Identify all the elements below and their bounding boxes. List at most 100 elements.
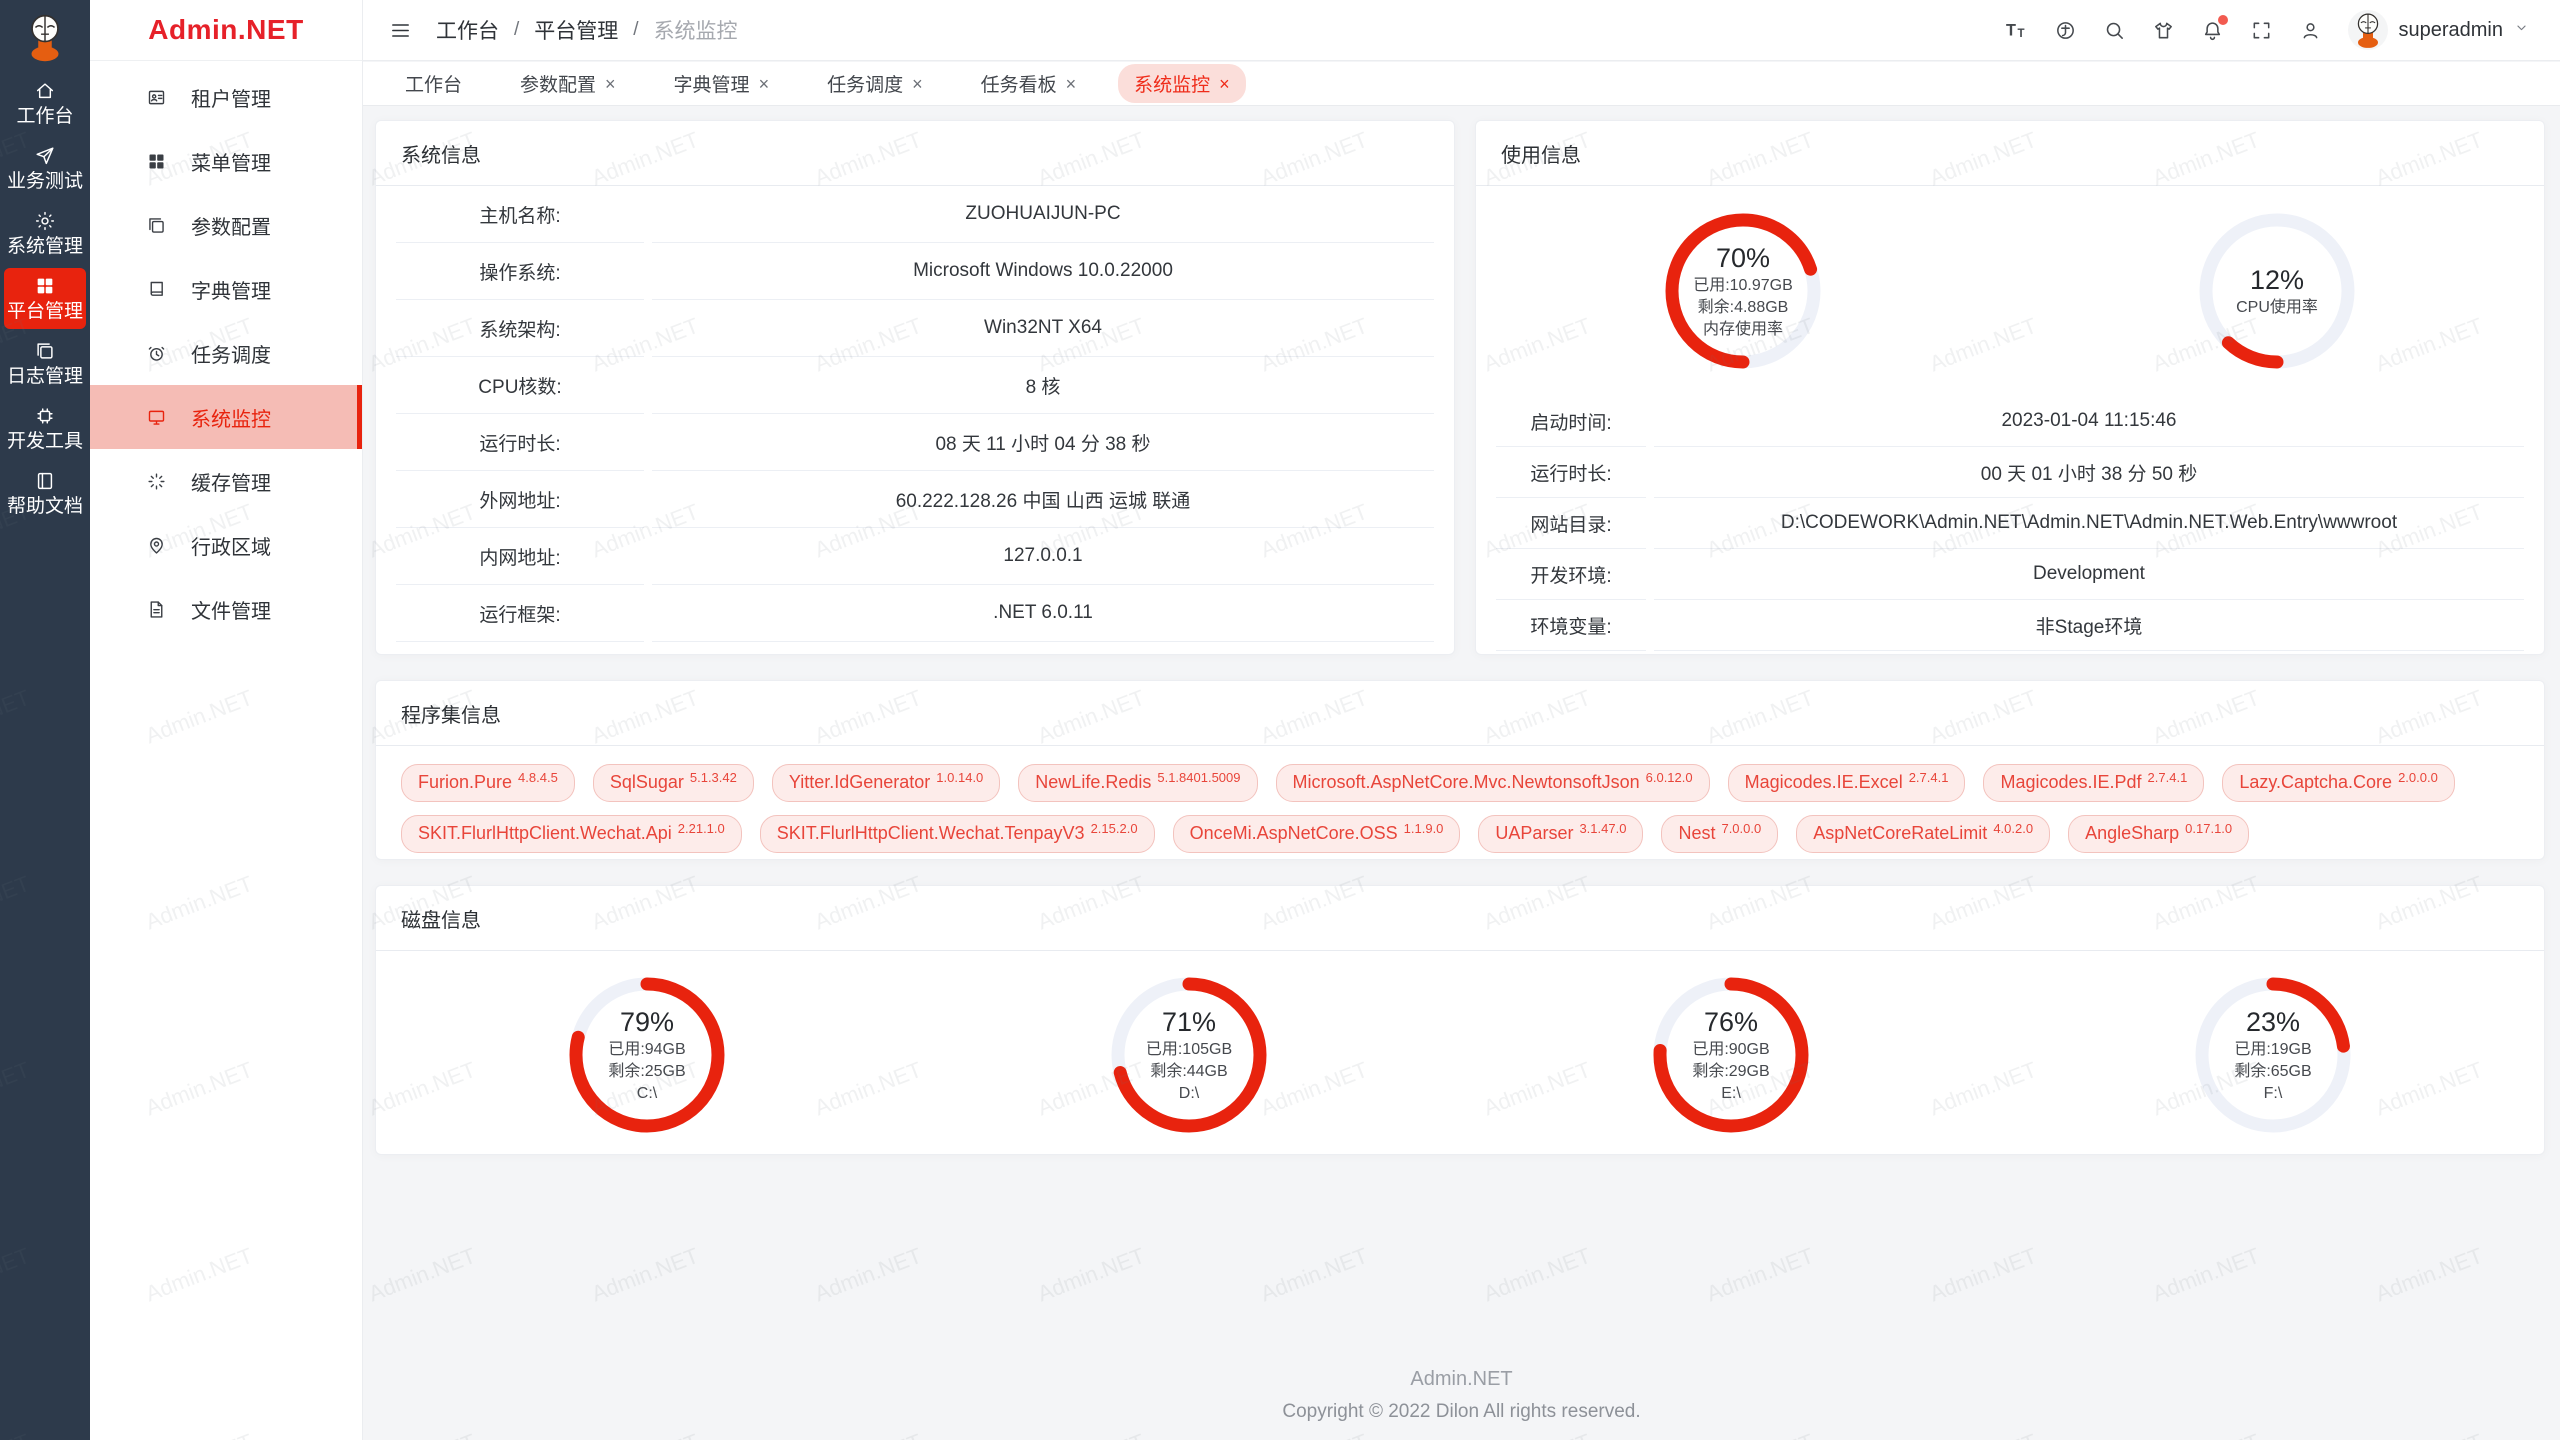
rail-item-dev-tools[interactable]: 开发工具 [4,398,86,459]
system-info-row: 运行框架:.NET 6.0.11 [396,585,1434,642]
watermark-text: Admin.NET [1480,1243,1594,1308]
card-title: 磁盘信息 [376,886,2544,951]
sidebar-item-monitor[interactable]: 系统监控 [90,385,362,449]
row-label: 运行框架: [396,585,644,642]
theme-icon [2152,19,2175,42]
gauge-line: 剩余:44GB [1150,1062,1227,1082]
tab-monitor[interactable]: 系统监控 × [1118,64,1246,103]
sidebar-item-file[interactable]: 文件管理 [90,577,362,641]
assembly-version: 7.0.0.0 [1721,821,1761,836]
grid-icon [34,275,56,297]
tab-taskboard[interactable]: 任务看板× [965,64,1093,103]
avatar [2348,10,2388,50]
sidebar-item-label: 文件管理 [191,595,271,624]
watermark-text: Admin.NET [1703,1243,1817,1308]
profile-button[interactable] [2299,19,2322,42]
assembly-name: SKIT.FlurlHttpClient.Wechat.TenpayV3 [777,823,1085,844]
assembly-name: Magicodes.IE.Pdf [2000,772,2141,793]
close-icon[interactable]: × [912,75,923,93]
disk-gauge-0: 79%已用:94GB剩余:25GBC:\ [565,973,729,1137]
row-value: ZUOHUAIJUN-PC [652,186,1434,243]
usage-gauge-0: 70%已用:10.97GB剩余:4.88GB内存使用率 [1661,209,1825,373]
tenant-icon [146,87,167,108]
rail-item-help-docs[interactable]: 帮助文档 [4,463,86,524]
watermark-text: Admin.NET [1926,1429,2040,1440]
sidebar-item-dict[interactable]: 字典管理 [90,257,362,321]
usage-gauge-0-column: 70%已用:10.97GB剩余:4.88GB内存使用率 [1476,209,2010,373]
sidebar-item-region[interactable]: 行政区域 [90,513,362,577]
row-label: 主机名称: [396,186,644,243]
home-icon [34,80,56,102]
assembly-tag: UAParser3.1.47.0 [1478,815,1643,853]
page-footer: Admin.NET Copyright © 2022 Dilon All rig… [363,1368,2560,1423]
gauge-line: D:\ [1179,1084,1199,1104]
sidebar-item-cache[interactable]: 缓存管理 [90,449,362,513]
user-menu[interactable]: superadmin [2348,10,2530,50]
disk-gauge-3: 23%已用:19GB剩余:65GBF:\ [2191,973,2355,1137]
notification-button[interactable] [2201,19,2224,42]
book-icon [34,470,56,492]
gauge-line: 剩余:29GB [1692,1062,1769,1082]
disk-gauge-2-column: 76%已用:90GB剩余:29GBE:\ [1460,973,2002,1137]
rail-item-system-mgmt[interactable]: 系统管理 [4,203,86,264]
row-value: Development [1654,549,2524,600]
sidebar-item-params[interactable]: 参数配置 [90,193,362,257]
chevron-down-icon [2513,19,2530,41]
rail-item-platform-mgmt[interactable]: 平台管理 [4,268,86,329]
breadcrumb-item-1[interactable]: 平台管理 [534,15,618,45]
assembly-tag: AspNetCoreRateLimit4.0.2.0 [1796,815,2050,853]
close-icon[interactable]: × [605,75,616,93]
cache-icon [146,471,167,492]
tab-params[interactable]: 参数配置× [504,64,632,103]
close-icon[interactable]: × [1066,75,1077,93]
sidebar-item-label: 缓存管理 [191,467,271,496]
assembly-tag: SqlSugar5.1.3.42 [593,764,754,802]
usage-info-row: 网站目录:D:\CODEWORK\Admin.NET\Admin.NET\Adm… [1496,498,2524,549]
close-icon[interactable]: × [759,75,770,93]
gauge-line: 剩余:65GB [2234,1062,2311,1082]
breadcrumb-item-0[interactable]: 工作台 [436,15,499,45]
sidebar-item-menu[interactable]: 菜单管理 [90,129,362,193]
gauge-line: 内存使用率 [1703,320,1783,340]
disk-gauge-2: 76%已用:90GB剩余:29GBE:\ [1649,973,1813,1137]
watermark-text: Admin.NET [1034,1243,1148,1308]
tab-dict[interactable]: 字典管理× [658,64,786,103]
row-label: 操作系统: [396,243,644,300]
sidebar-item-tenant[interactable]: 租户管理 [90,65,362,129]
rail-item-workbench[interactable]: 工作台 [4,73,86,134]
watermark-text: Admin.NET [811,1429,925,1440]
tab-schedule[interactable]: 任务调度× [811,64,939,103]
sidebar-item-schedule[interactable]: 任务调度 [90,321,362,385]
rail-item-log-mgmt[interactable]: 日志管理 [4,333,86,394]
breadcrumb-separator: / [633,19,638,41]
sidebar-item-label: 字典管理 [191,275,271,304]
brand-logo: Admin.NET [90,0,362,61]
disk-gauge-3-column: 23%已用:19GB剩余:65GBF:\ [2002,973,2544,1137]
search-button[interactable] [2103,19,2126,42]
usage-gauge-0-text: 70%已用:10.97GB剩余:4.88GB内存使用率 [1661,209,1825,373]
assembly-version: 6.0.12.0 [1646,770,1693,785]
assembly-version: 2.7.4.1 [2148,770,2188,785]
sidebar-item-label: 菜单管理 [191,147,271,176]
font-size-button[interactable]: TT [2005,19,2028,42]
theme-button[interactable] [2152,19,2175,42]
menu-fold-icon[interactable] [389,19,412,42]
watermark-text: Admin.NET [1926,1243,2040,1308]
language-button[interactable] [2054,19,2077,42]
system-info-card: 系统信息 主机名称:ZUOHUAIJUN-PC操作系统:Microsoft Wi… [375,120,1455,655]
fullscreen-button[interactable] [2250,19,2273,42]
avatar-image [2348,10,2388,50]
close-icon[interactable]: × [1219,75,1230,93]
notification-badge-dot [2218,15,2228,25]
tab-workbench[interactable]: 工作台 [389,64,478,103]
rail-item-label: 开发工具 [7,431,83,452]
send-icon [34,145,56,167]
person-icon [2299,19,2322,42]
tab-label: 系统监控 [1134,70,1210,97]
row-label: 运行时长: [396,414,644,471]
app-mascot-logo [18,10,72,69]
watermark-text: Admin.NET [1034,1429,1148,1440]
usage-info-table: 启动时间:2023-01-04 11:15:46运行时长:00 天 01 小时 … [1476,396,2544,651]
system-info-row: 操作系统:Microsoft Windows 10.0.22000 [396,243,1434,300]
rail-item-business-test[interactable]: 业务测试 [4,138,86,199]
